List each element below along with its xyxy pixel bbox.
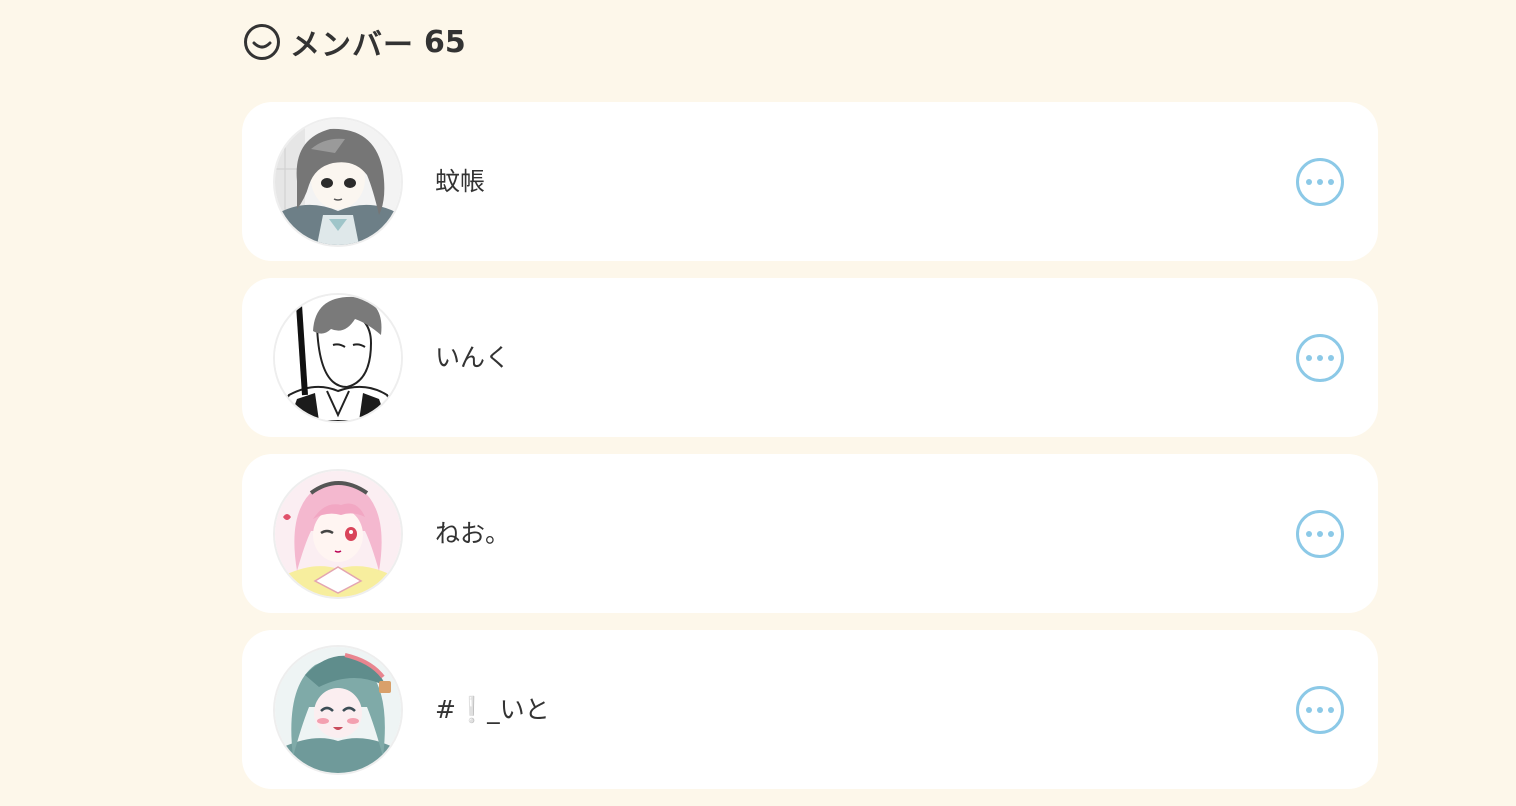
member-card[interactable]: 蚊帳 (242, 102, 1378, 261)
avatar[interactable] (275, 471, 401, 597)
member-card[interactable]: #❕_いと (242, 630, 1378, 789)
ellipsis-icon[interactable] (1296, 158, 1344, 206)
member-name[interactable]: 蚊帳 (435, 102, 485, 261)
ellipsis-icon[interactable] (1296, 686, 1344, 734)
members-count: 65 (424, 24, 466, 60)
avatar[interactable] (275, 295, 401, 421)
member-card[interactable]: いんく (242, 278, 1378, 437)
members-header: メンバー 65 (242, 22, 466, 63)
member-name[interactable]: ねお。 (435, 454, 510, 613)
member-card[interactable]: ねお。 (242, 454, 1378, 613)
members-title: メンバー (290, 28, 414, 63)
avatar[interactable] (275, 647, 401, 773)
avatar[interactable] (275, 119, 401, 245)
smiley-face-icon (242, 22, 282, 62)
member-list: 蚊帳 いんく ねお。 #❕_いと (242, 102, 1378, 806)
member-name[interactable]: いんく (435, 278, 510, 437)
member-name[interactable]: #❕_いと (435, 630, 550, 789)
ellipsis-icon[interactable] (1296, 510, 1344, 558)
ellipsis-icon[interactable] (1296, 334, 1344, 382)
